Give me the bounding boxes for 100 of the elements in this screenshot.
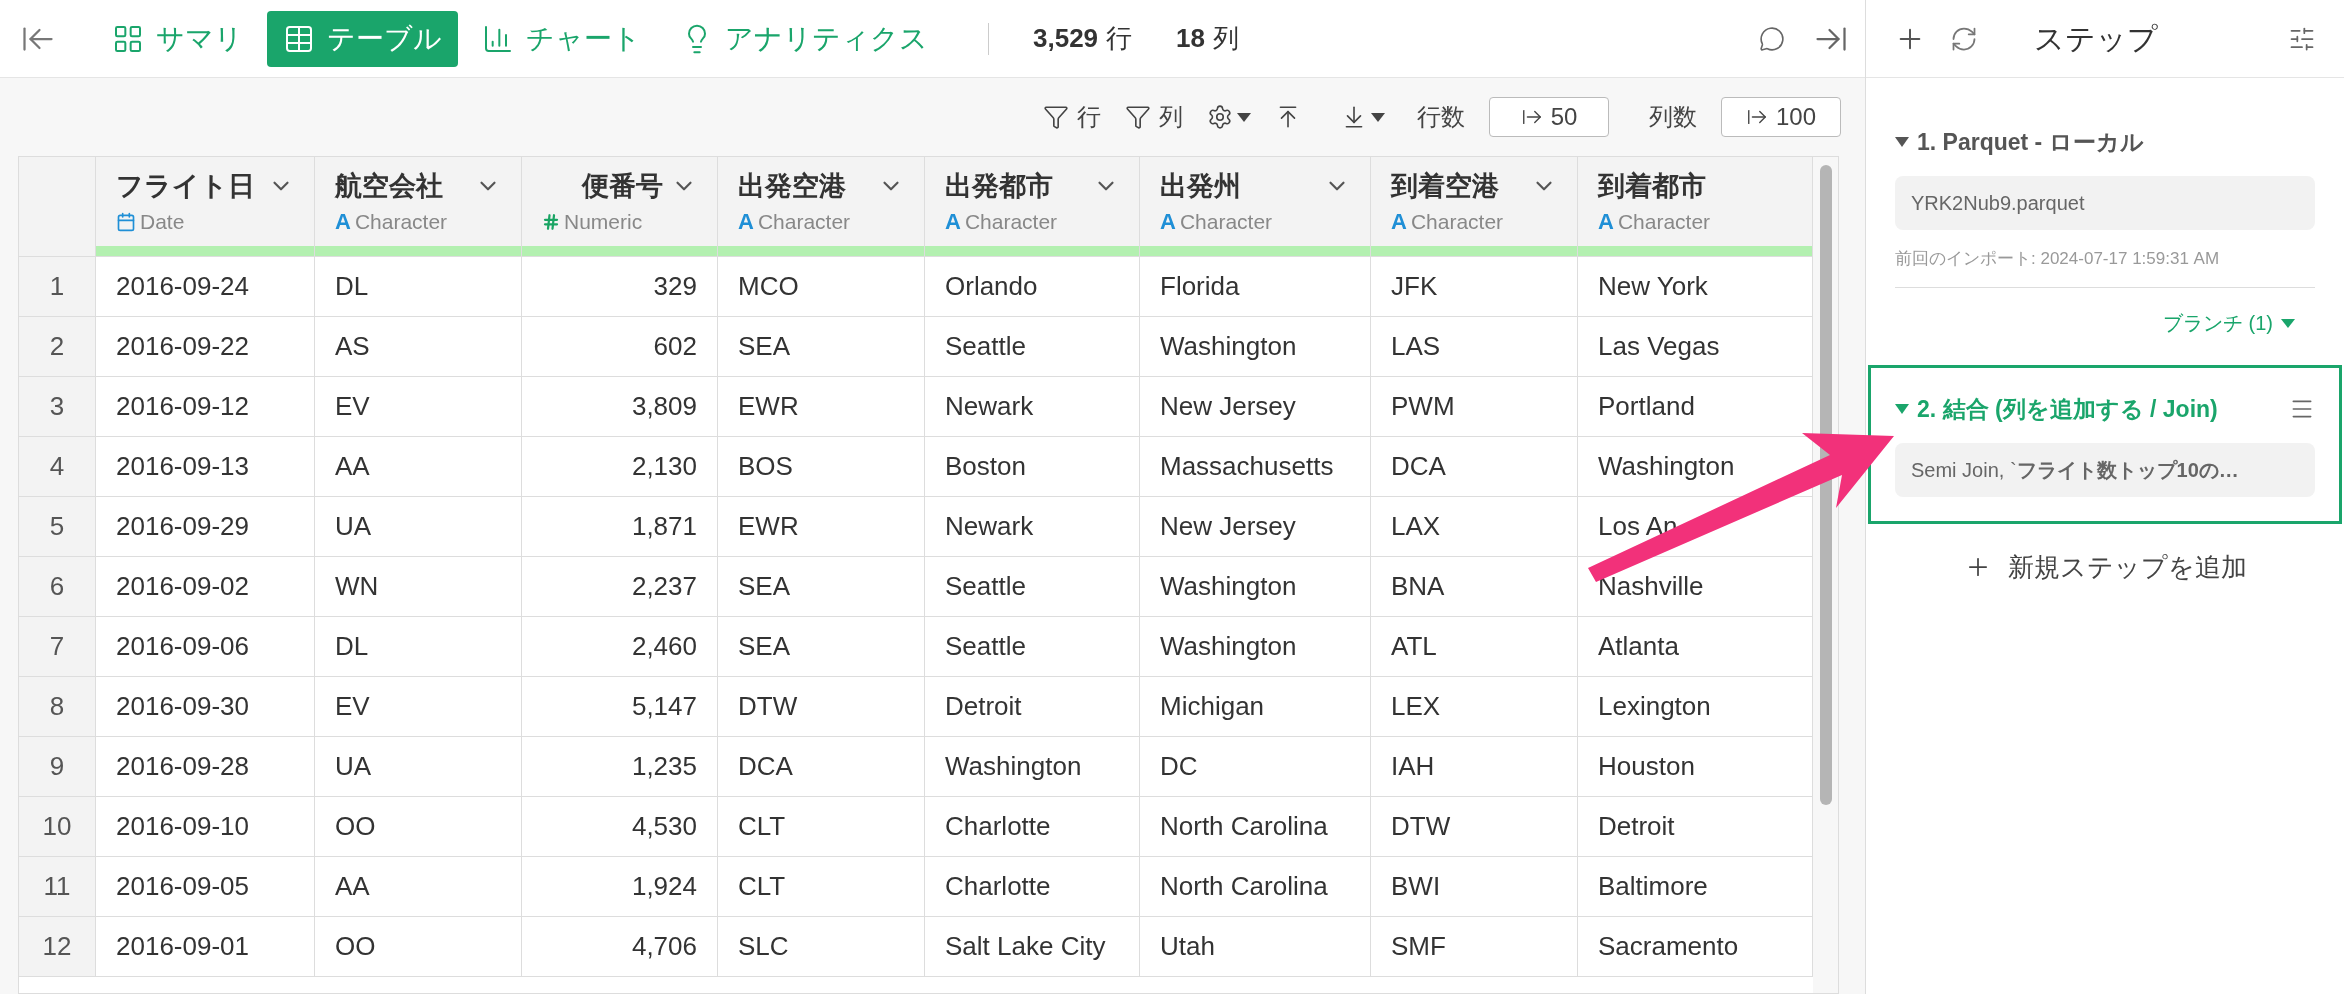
column-type: Character: [964, 209, 1058, 235]
step-title: 1. Parquet - ローカル: [1917, 128, 2145, 157]
table-cell: 2,460: [522, 617, 718, 676]
settings-button[interactable]: [1207, 104, 1251, 130]
comment-button[interactable]: [1759, 25, 1785, 52]
column-type: Character: [1179, 209, 1273, 235]
table-cell: DL: [315, 617, 522, 676]
row-number: 10: [19, 797, 96, 856]
columns-count-field[interactable]: 100: [1721, 97, 1841, 137]
table-cell: AA: [315, 857, 522, 916]
row-number: 12: [19, 917, 96, 976]
column-header: 到着空港: [1391, 169, 1499, 203]
table-cell: EWR: [718, 497, 925, 556]
row-filter-button[interactable]: 行: [1043, 99, 1101, 135]
table-cell: 2,130: [522, 437, 718, 496]
table-cell: BNA: [1371, 557, 1578, 616]
disclosure-triangle-icon[interactable]: [1895, 137, 1909, 148]
table-cell: DC: [1140, 737, 1371, 796]
table-cell: EWR: [718, 377, 925, 436]
table-cell: SEA: [718, 617, 925, 676]
table-cell: New Jersey: [1140, 497, 1371, 556]
column-type: Character: [1410, 209, 1504, 235]
table-cell: 2016-09-06: [96, 617, 315, 676]
letter-a-icon: A: [335, 210, 351, 233]
table-cell: North Carolina: [1140, 797, 1371, 856]
table-cell: Michigan: [1140, 677, 1371, 736]
row-number: 2: [19, 317, 96, 376]
table-cell: 4,706: [522, 917, 718, 976]
table-cell: BOS: [718, 437, 925, 496]
table-cell: 1,871: [522, 497, 718, 556]
table-cell: UA: [315, 497, 522, 556]
row-number: 4: [19, 437, 96, 496]
letter-a-icon: A: [738, 210, 754, 233]
row-number: 1: [19, 257, 96, 316]
table-cell: EV: [315, 377, 522, 436]
rows-label: 行数: [1417, 102, 1465, 132]
column-type: Character: [1617, 209, 1711, 235]
table-cell: Washington: [925, 737, 1140, 796]
columns-label: 列数: [1649, 102, 1697, 132]
column-header: 便番号: [582, 169, 663, 203]
table-cell: Seattle: [925, 317, 1140, 376]
table-cell: 2016-09-29: [96, 497, 315, 556]
table-cell: AS: [315, 317, 522, 376]
filter-icon: [1043, 104, 1069, 130]
table-cell: OO: [315, 797, 522, 856]
step-detail: YRK2Nub9.parquet: [1895, 175, 2315, 230]
table-cell: New Jersey: [1140, 377, 1371, 436]
letter-a-icon: A: [1598, 210, 1614, 233]
table-cell: UA: [315, 737, 522, 796]
table-cell: 2,237: [522, 557, 718, 616]
stat-value: 18: [1176, 22, 1205, 55]
table-cell: Washington: [1140, 317, 1371, 376]
row-number: 6: [19, 557, 96, 616]
scrollbar[interactable]: [1819, 165, 1832, 805]
caret-icon: [2281, 318, 2295, 328]
table-cell: Seattle: [925, 557, 1140, 616]
step-card[interactable]: 1. Parquet - ローカル YRK2Nub9.parquet 前回のインポート: 2024-07-17 1:59:31 AM ブランチ (1): [1868, 98, 2342, 365]
table-cell: 4,530: [522, 797, 718, 856]
table-cell: MCO: [718, 257, 925, 316]
table-cell: 2016-09-02: [96, 557, 315, 616]
table-cell: Newark: [925, 497, 1140, 556]
add-step-button[interactable]: 新規ステップを追加: [1866, 547, 2344, 587]
row-number: 8: [19, 677, 96, 736]
panel-title: ステップ: [2034, 21, 2159, 57]
table-cell: DTW: [718, 677, 925, 736]
letter-a-icon: A: [945, 210, 961, 233]
table-cell: BWI: [1371, 857, 1578, 916]
letter-a-icon: A: [1160, 210, 1176, 233]
table-cell: EV: [315, 677, 522, 736]
column-header: フライト日: [116, 169, 255, 203]
table-cell: 2016-09-10: [96, 797, 315, 856]
step-card[interactable]: 2. 結合 (列を追加する / Join) Semi Join, `フライト数トップ10の…: [1868, 365, 2342, 524]
table-cell: 2016-09-13: [96, 437, 315, 496]
table-cell: Massachusetts: [1140, 437, 1371, 496]
column-header: 到着都市: [1598, 169, 1706, 203]
column-header: 出発都市: [945, 169, 1053, 203]
speech-bubble-icon: [1759, 25, 1785, 52]
table-cell: LAX: [1371, 497, 1578, 556]
column-type: Character: [757, 209, 851, 235]
rows-count-field[interactable]: 50: [1489, 97, 1609, 137]
table-cell: Orlando: [925, 257, 1140, 316]
disclosure-triangle-icon[interactable]: [1895, 404, 1909, 415]
table-cell: SEA: [718, 317, 925, 376]
column-filter-button[interactable]: 列: [1125, 99, 1183, 135]
table-cell: DCA: [718, 737, 925, 796]
table-cell: 5,147: [522, 677, 718, 736]
filter-icon: [1125, 104, 1151, 130]
column-header: 出発空港: [738, 169, 846, 203]
hash-icon: [542, 212, 560, 231]
table-cell: Utah: [1140, 917, 1371, 976]
table-cell: AA: [315, 437, 522, 496]
table-cell: 2016-09-22: [96, 317, 315, 376]
calendar-icon: [116, 211, 136, 232]
row-number: 9: [19, 737, 96, 796]
table-cell: Washington: [1140, 557, 1371, 616]
table-cell: LEX: [1371, 677, 1578, 736]
table-cell: Detroit: [925, 677, 1140, 736]
table-cell: Washington: [1140, 617, 1371, 676]
table-cell: IAH: [1371, 737, 1578, 796]
table-cell: SEA: [718, 557, 925, 616]
